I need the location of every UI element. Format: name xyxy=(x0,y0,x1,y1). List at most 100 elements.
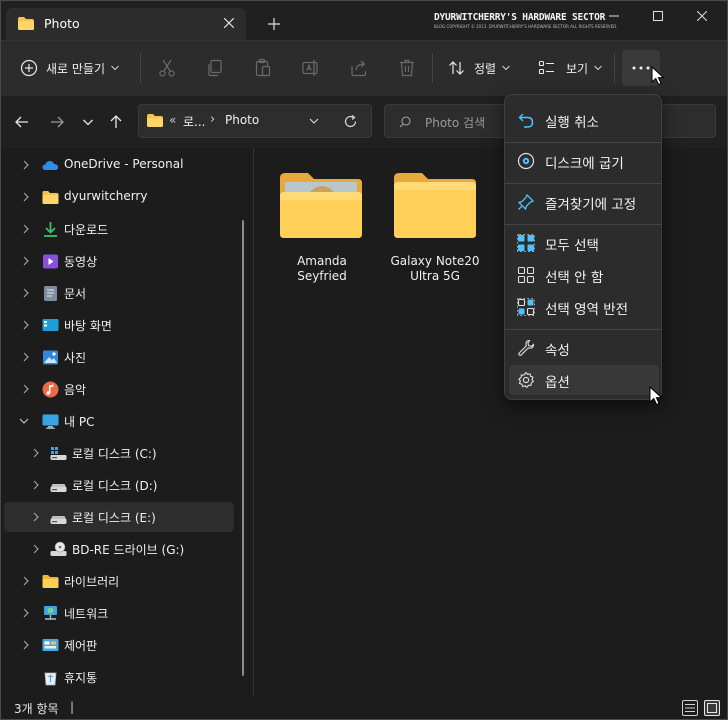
sidebar-item-recycle-bin[interactable]: 휴지통 xyxy=(4,662,234,692)
sidebar-item-label: 바탕 화면 xyxy=(64,319,112,333)
menu-item-select-all[interactable]: 모두 선택 xyxy=(509,228,659,258)
sidebar-item-documents[interactable]: 문서 xyxy=(4,278,234,308)
tab-photo[interactable]: Photo xyxy=(6,8,246,40)
menu-item-burn-to-disc[interactable]: 디스크에 굽기 xyxy=(509,146,659,176)
chevron-right-icon[interactable] xyxy=(30,447,42,459)
toolbar-separator xyxy=(432,53,433,83)
toolbar-separator xyxy=(140,53,141,83)
chevron-right-icon[interactable] xyxy=(20,159,32,171)
library-icon xyxy=(42,575,59,588)
menu-item-label: 즐겨찾기에 고정 xyxy=(545,197,637,213)
close-window-button[interactable] xyxy=(680,2,724,30)
menu-item-invert-selection[interactable]: 선택 영역 반전 xyxy=(509,292,659,322)
paste-icon[interactable] xyxy=(253,58,273,78)
menu-item-options[interactable]: 옵션 xyxy=(509,365,659,395)
chevron-right-icon[interactable] xyxy=(20,383,32,395)
forward-icon[interactable] xyxy=(47,112,67,132)
sidebar-item-drive-d[interactable]: 로컬 디스크 (D:) xyxy=(4,470,234,500)
watermark: DYURWITCHERRY'S HARDWARE SECTOR BLOG COP… xyxy=(434,12,618,29)
chevron-down-icon[interactable] xyxy=(309,118,319,125)
sidebar-item-downloads[interactable]: 다운로드 xyxy=(4,214,234,244)
properties-icon xyxy=(518,339,535,356)
back-icon[interactable] xyxy=(12,112,32,132)
sidebar-item-control-panel[interactable]: 제어판 xyxy=(4,630,234,660)
minimize-button[interactable] xyxy=(592,2,636,30)
sidebar-item-dyurwitcherry[interactable]: dyurwitcherry xyxy=(4,182,234,212)
address-bar[interactable]: « 로... › Photo xyxy=(138,104,372,138)
breadcrumb-overflow[interactable]: « xyxy=(169,113,176,127)
sidebar-scrollbar[interactable] xyxy=(242,220,244,676)
rename-icon[interactable] xyxy=(301,58,321,78)
pin-icon xyxy=(517,193,535,211)
command-bar: 새로 만들기 정렬 보기 xyxy=(0,40,728,96)
control-panel-icon xyxy=(42,639,59,651)
chevron-down-icon[interactable] xyxy=(18,415,30,427)
sidebar-item-this-pc[interactable]: 내 PC xyxy=(4,406,234,436)
sidebar-item-onedrive[interactable]: OneDrive - Personal xyxy=(4,150,234,180)
photo-folder-icon xyxy=(280,173,362,238)
menu-item-label: 모두 선택 xyxy=(545,238,599,254)
breadcrumb-current[interactable]: Photo xyxy=(225,113,259,127)
system-drive-icon xyxy=(50,447,67,460)
more-icon xyxy=(632,66,650,70)
menu-item-pin-to-quick-access[interactable]: 즐겨찾기에 고정 xyxy=(509,187,659,217)
sidebar-item-videos[interactable]: 동영상 xyxy=(4,246,234,276)
view-button[interactable]: 보기 xyxy=(534,51,610,85)
refresh-icon[interactable] xyxy=(343,114,358,129)
chevron-down-icon xyxy=(111,65,119,71)
sidebar-item-desktop[interactable]: 바탕 화면 xyxy=(4,310,234,340)
pictures-icon xyxy=(43,350,58,365)
details-view-icon[interactable] xyxy=(682,700,698,716)
sidebar-item-drive-c[interactable]: 로컬 디스크 (C:) xyxy=(4,438,234,468)
see-more-menu: 실행 취소 디스크에 굽기 즐겨찾기에 고정 모두 선택 선택 안 함 선택 영… xyxy=(504,94,662,400)
sidebar-item-drive-g[interactable]: BD-RE 드라이브 (G:) xyxy=(4,534,234,564)
chevron-right-icon[interactable] xyxy=(20,319,32,331)
chevron-right-icon[interactable] xyxy=(20,351,32,363)
share-icon[interactable] xyxy=(349,58,369,78)
menu-item-select-none[interactable]: 선택 안 함 xyxy=(509,260,659,290)
chevron-right-icon[interactable] xyxy=(20,287,32,299)
chevron-down-icon xyxy=(594,65,602,71)
tab-title: Photo xyxy=(44,16,80,31)
menu-item-properties[interactable]: 속성 xyxy=(509,333,659,363)
view-icon xyxy=(538,60,554,75)
delete-icon[interactable] xyxy=(397,58,417,78)
new-button-label: 새로 만들기 xyxy=(46,61,106,76)
up-icon[interactable] xyxy=(106,112,126,132)
invert-selection-icon xyxy=(517,298,535,316)
maximize-button[interactable] xyxy=(636,2,680,30)
new-tab-button[interactable] xyxy=(262,12,286,36)
desktop-icon xyxy=(42,319,59,331)
tab-close-button[interactable] xyxy=(218,12,240,34)
pane-divider[interactable] xyxy=(253,148,254,696)
sidebar-item-label: 로컬 디스크 (E:) xyxy=(72,511,156,525)
sidebar-item-drive-e[interactable]: 로컬 디스크 (E:) xyxy=(4,502,234,532)
chevron-right-icon[interactable] xyxy=(30,511,42,523)
chevron-right-icon[interactable] xyxy=(20,639,32,651)
folder-name: Amanda Seyfried xyxy=(297,254,347,283)
sort-button[interactable]: 정렬 xyxy=(444,51,518,85)
sidebar-item-libraries[interactable]: 라이브러리 xyxy=(4,566,234,596)
sidebar-item-network[interactable]: 네트워크 xyxy=(4,598,234,628)
chevron-right-icon[interactable] xyxy=(20,223,32,235)
watermark-copyright: BLOG COPYRIGHT © 2013. DYURWITCHERRY'S H… xyxy=(434,24,618,29)
chevron-right-icon[interactable] xyxy=(20,607,32,619)
large-icons-view-icon[interactable] xyxy=(704,700,720,716)
chevron-right-icon[interactable] xyxy=(20,575,32,587)
chevron-right-icon[interactable] xyxy=(20,191,32,203)
cut-icon[interactable] xyxy=(157,58,177,78)
sidebar-item-label: 다운로드 xyxy=(64,223,109,237)
breadcrumb-item[interactable]: 로... xyxy=(183,113,205,130)
chevron-down-icon[interactable] xyxy=(78,112,98,132)
sort-button-label: 정렬 xyxy=(474,61,497,76)
menu-separator xyxy=(505,183,661,184)
menu-item-undo[interactable]: 실행 취소 xyxy=(509,105,659,135)
copy-icon[interactable] xyxy=(205,58,225,78)
new-button[interactable]: 새로 만들기 xyxy=(12,51,130,85)
sidebar-item-pictures[interactable]: 사진 xyxy=(4,342,234,372)
item-count: 3개 항목 xyxy=(14,702,59,716)
chevron-right-icon[interactable] xyxy=(30,543,42,555)
sidebar-item-music[interactable]: 음악 xyxy=(4,374,234,404)
chevron-right-icon[interactable] xyxy=(20,255,32,267)
chevron-right-icon[interactable] xyxy=(30,479,42,491)
